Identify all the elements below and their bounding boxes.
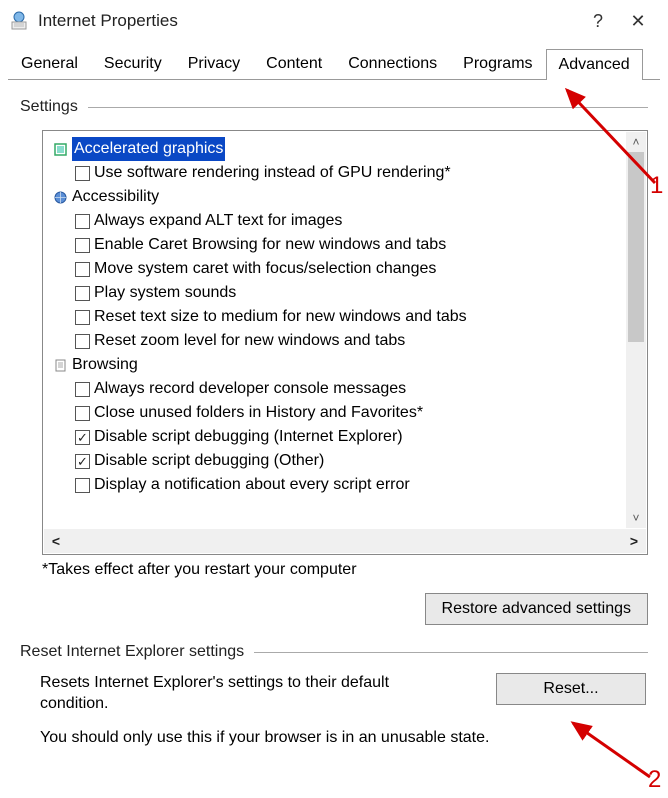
restore-advanced-button[interactable]: Restore advanced settings [425,593,648,625]
checkbox[interactable] [75,238,90,253]
page-icon [53,358,68,373]
scroll-right-button[interactable]: > [622,529,646,553]
tab-connections[interactable]: Connections [335,48,450,79]
tree-option-label: Move system caret with focus/selection c… [94,257,436,281]
reset-warning: You should only use this if your browser… [40,729,648,747]
tree-option[interactable]: Display a notification about every scrip… [51,473,625,497]
tab-privacy[interactable]: Privacy [175,48,253,79]
checkbox[interactable] [75,286,90,301]
box-icon [53,142,68,157]
vertical-scrollbar[interactable]: ˄ ˅ [626,132,646,528]
tree-option[interactable]: Play system sounds [51,281,625,305]
tree-category-label: Browsing [72,353,138,377]
tab-content[interactable]: Content [253,48,335,79]
reset-group: Reset Internet Explorer settings Resets … [20,643,648,747]
tree-option[interactable]: Enable Caret Browsing for new windows an… [51,233,625,257]
checkbox[interactable] [75,334,90,349]
checkbox[interactable] [75,406,90,421]
app-icon [8,10,30,32]
scroll-left-button[interactable]: < [44,529,68,553]
tree-option[interactable]: Close unused folders in History and Favo… [51,401,625,425]
tree-option[interactable]: Move system caret with focus/selection c… [51,257,625,281]
tree-option-label: Always expand ALT text for images [94,209,342,233]
window-title: Internet Properties [38,11,578,31]
scroll-down-button[interactable]: ˅ [626,508,646,528]
scroll-up-button[interactable]: ˄ [626,132,646,152]
tab-programs[interactable]: Programs [450,48,545,79]
tree-category[interactable]: Browsing [51,353,625,377]
reset-group-label: Reset Internet Explorer settings [20,643,648,661]
tree-option[interactable]: Disable script debugging (Other) [51,449,625,473]
tree-option-label: Close unused folders in History and Favo… [94,401,423,425]
scroll-thumb[interactable] [628,152,644,342]
tree-category-label: Accessibility [72,185,159,209]
annotation-label-2: 2 [648,766,661,794]
checkbox[interactable] [75,166,90,181]
restart-note: *Takes effect after you restart your com… [42,561,648,579]
tree-category[interactable]: Accelerated graphics [51,137,625,161]
annotation-label-1: 1 [650,172,663,200]
tree-option-label: Reset text size to medium for new window… [94,305,467,329]
settings-group: Settings Accelerated graphicsUse softwar… [20,98,648,625]
tree-option-label: Enable Caret Browsing for new windows an… [94,233,446,257]
close-button[interactable]: ✕ [618,11,658,32]
checkbox[interactable] [75,430,90,445]
tree-option[interactable]: Reset zoom level for new windows and tab… [51,329,625,353]
settings-tree[interactable]: Accelerated graphicsUse software renderi… [42,130,648,555]
tree-option[interactable]: Use software rendering instead of GPU re… [51,161,625,185]
tree-category-label: Accelerated graphics [72,137,225,161]
tree-option[interactable]: Always expand ALT text for images [51,209,625,233]
horizontal-scrollbar[interactable]: < > [44,529,646,553]
tree-option[interactable]: Disable script debugging (Internet Explo… [51,425,625,449]
tree-option-label: Always record developer console messages [94,377,406,401]
tree-option[interactable]: Reset text size to medium for new window… [51,305,625,329]
checkbox[interactable] [75,478,90,493]
tab-strip: General Security Privacy Content Connect… [8,48,660,80]
tab-security[interactable]: Security [91,48,175,79]
checkbox[interactable] [75,382,90,397]
tree-option-label: Use software rendering instead of GPU re… [94,161,451,185]
settings-group-label: Settings [20,98,648,116]
titlebar: Internet Properties ? ✕ [0,0,668,42]
checkbox[interactable] [75,454,90,469]
tree-option[interactable]: Always record developer console messages [51,377,625,401]
checkbox[interactable] [75,262,90,277]
tab-content-advanced: Settings Accelerated graphicsUse softwar… [0,80,668,757]
checkbox[interactable] [75,214,90,229]
checkbox[interactable] [75,310,90,325]
tree-option-label: Disable script debugging (Internet Explo… [94,425,403,449]
tree-option-label: Display a notification about every scrip… [94,473,410,497]
reset-button[interactable]: Reset... [496,673,646,705]
reset-description: Resets Internet Explorer's settings to t… [40,673,420,715]
tree-option-label: Reset zoom level for new windows and tab… [94,329,405,353]
tree-option-label: Play system sounds [94,281,236,305]
globe-icon [53,190,68,205]
tree-option-label: Disable script debugging (Other) [94,449,324,473]
tab-general[interactable]: General [8,48,91,79]
tree-category[interactable]: Accessibility [51,185,625,209]
tab-advanced[interactable]: Advanced [546,49,643,80]
help-button[interactable]: ? [578,11,618,32]
